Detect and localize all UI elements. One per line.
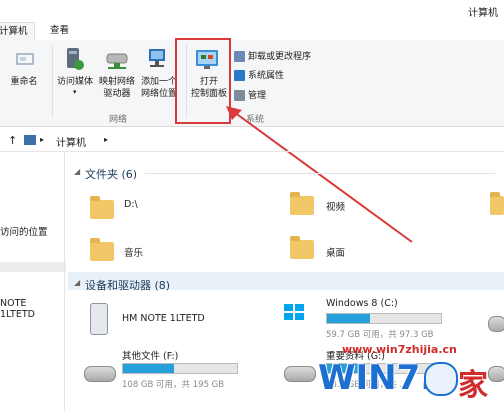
breadcrumb-separator: ▸ <box>40 135 45 144</box>
window-title: 计算机 <box>468 8 498 19</box>
drive-f-free: 108 GB 可用，共 195 GB <box>122 380 225 390</box>
check-icon <box>234 70 245 81</box>
watermark-logo: WIN7. 家 <box>300 356 500 403</box>
watermark-brand-tail: 家 <box>458 368 488 403</box>
map-drive-line2: 驱动器 <box>103 89 131 99</box>
tab-computer[interactable]: 计算机 <box>0 22 35 40</box>
device-phone-label[interactable]: HM NOTE 1LTETD <box>122 313 205 324</box>
pane-divider[interactable] <box>64 152 65 411</box>
devices-header[interactable]: 设备和驱动器 (8) <box>85 277 170 293</box>
drive-f-name[interactable]: 其他文件 (F:) <box>122 348 178 362</box>
drive-c-name[interactable]: Windows 8 (C:) <box>326 298 398 309</box>
navigation-pane: 访问的位置 NOTE 1LTETD <box>0 152 62 411</box>
system-properties-button[interactable]: 系统属性 <box>234 69 284 83</box>
nav-item-recent[interactable]: 访问的位置 <box>0 224 48 238</box>
drive-f-usage-fill <box>123 364 175 373</box>
network-drive-icon <box>104 48 130 72</box>
watermark-brand: WIN7. <box>318 358 434 398</box>
folder-desktop-label[interactable]: 桌面 <box>326 245 345 259</box>
network-group-label: 网络 <box>108 115 127 125</box>
collapse-icon[interactable]: ◢ <box>74 278 80 287</box>
windows-logo-icon <box>424 362 458 396</box>
map-drive-button[interactable]: 映射网络 驱动器 <box>94 76 140 100</box>
uninstall-icon <box>234 51 245 62</box>
watermark-url: www.win7zhijia.cn <box>342 343 457 356</box>
rename-icon <box>14 48 36 70</box>
map-drive-line1: 映射网络 <box>98 77 135 87</box>
drive-icon[interactable] <box>488 316 504 332</box>
uninstall-label: 卸载或更改程序 <box>248 52 312 62</box>
title-bar: 计算机 <box>0 0 504 22</box>
windows-drive-icon[interactable] <box>282 302 306 322</box>
ribbon-tabs: 计算机 查看 <box>0 22 504 41</box>
folder-music-label[interactable]: 音乐 <box>124 245 143 259</box>
drive-c-free: 59.7 GB 可用，共 97.3 GB <box>326 330 434 340</box>
system-properties-label: 系统属性 <box>248 71 285 81</box>
folder-icon[interactable] <box>90 196 114 219</box>
collapse-icon[interactable]: ◢ <box>74 167 80 176</box>
computer-icon <box>24 135 36 145</box>
folder-icon[interactable] <box>490 192 504 215</box>
chevron-down-icon[interactable]: ▾ <box>73 88 77 96</box>
up-arrow-icon[interactable]: ↑ <box>8 134 17 147</box>
tab-view[interactable]: 查看 <box>44 22 75 39</box>
folder-d-label[interactable]: D:\ <box>124 199 138 210</box>
uninstall-button[interactable]: 卸载或更改程序 <box>234 50 311 64</box>
folders-header[interactable]: 文件夹 (6) <box>85 166 137 182</box>
drive-c-usage-fill <box>327 314 371 323</box>
rename-button[interactable]: 重命名 <box>4 76 44 88</box>
desktop-folder-icon[interactable] <box>290 236 314 259</box>
breadcrumb-computer[interactable]: 计算机 <box>56 134 86 149</box>
nav-item-phone[interactable]: NOTE 1LTETD <box>0 298 62 320</box>
music-folder-icon[interactable] <box>90 238 114 261</box>
breadcrumb-separator: ▸ <box>104 135 109 144</box>
drive-f-usage-bar <box>122 363 238 374</box>
annotation-arrow-icon <box>226 106 413 243</box>
drive-c-usage-bar <box>326 313 442 324</box>
phone-icon[interactable] <box>90 303 108 335</box>
video-folder-icon[interactable] <box>290 192 314 215</box>
media-access-button[interactable]: 访问媒体 <box>52 76 98 88</box>
drive-f-icon[interactable] <box>84 366 116 382</box>
folder-video-label[interactable]: 视频 <box>326 199 345 213</box>
section-line <box>145 173 495 174</box>
media-server-icon <box>63 46 87 72</box>
nav-separator <box>0 262 66 272</box>
network-location-icon <box>146 46 172 72</box>
address-bar[interactable]: ↑ ▸ 计算机 ▸ <box>0 131 504 152</box>
